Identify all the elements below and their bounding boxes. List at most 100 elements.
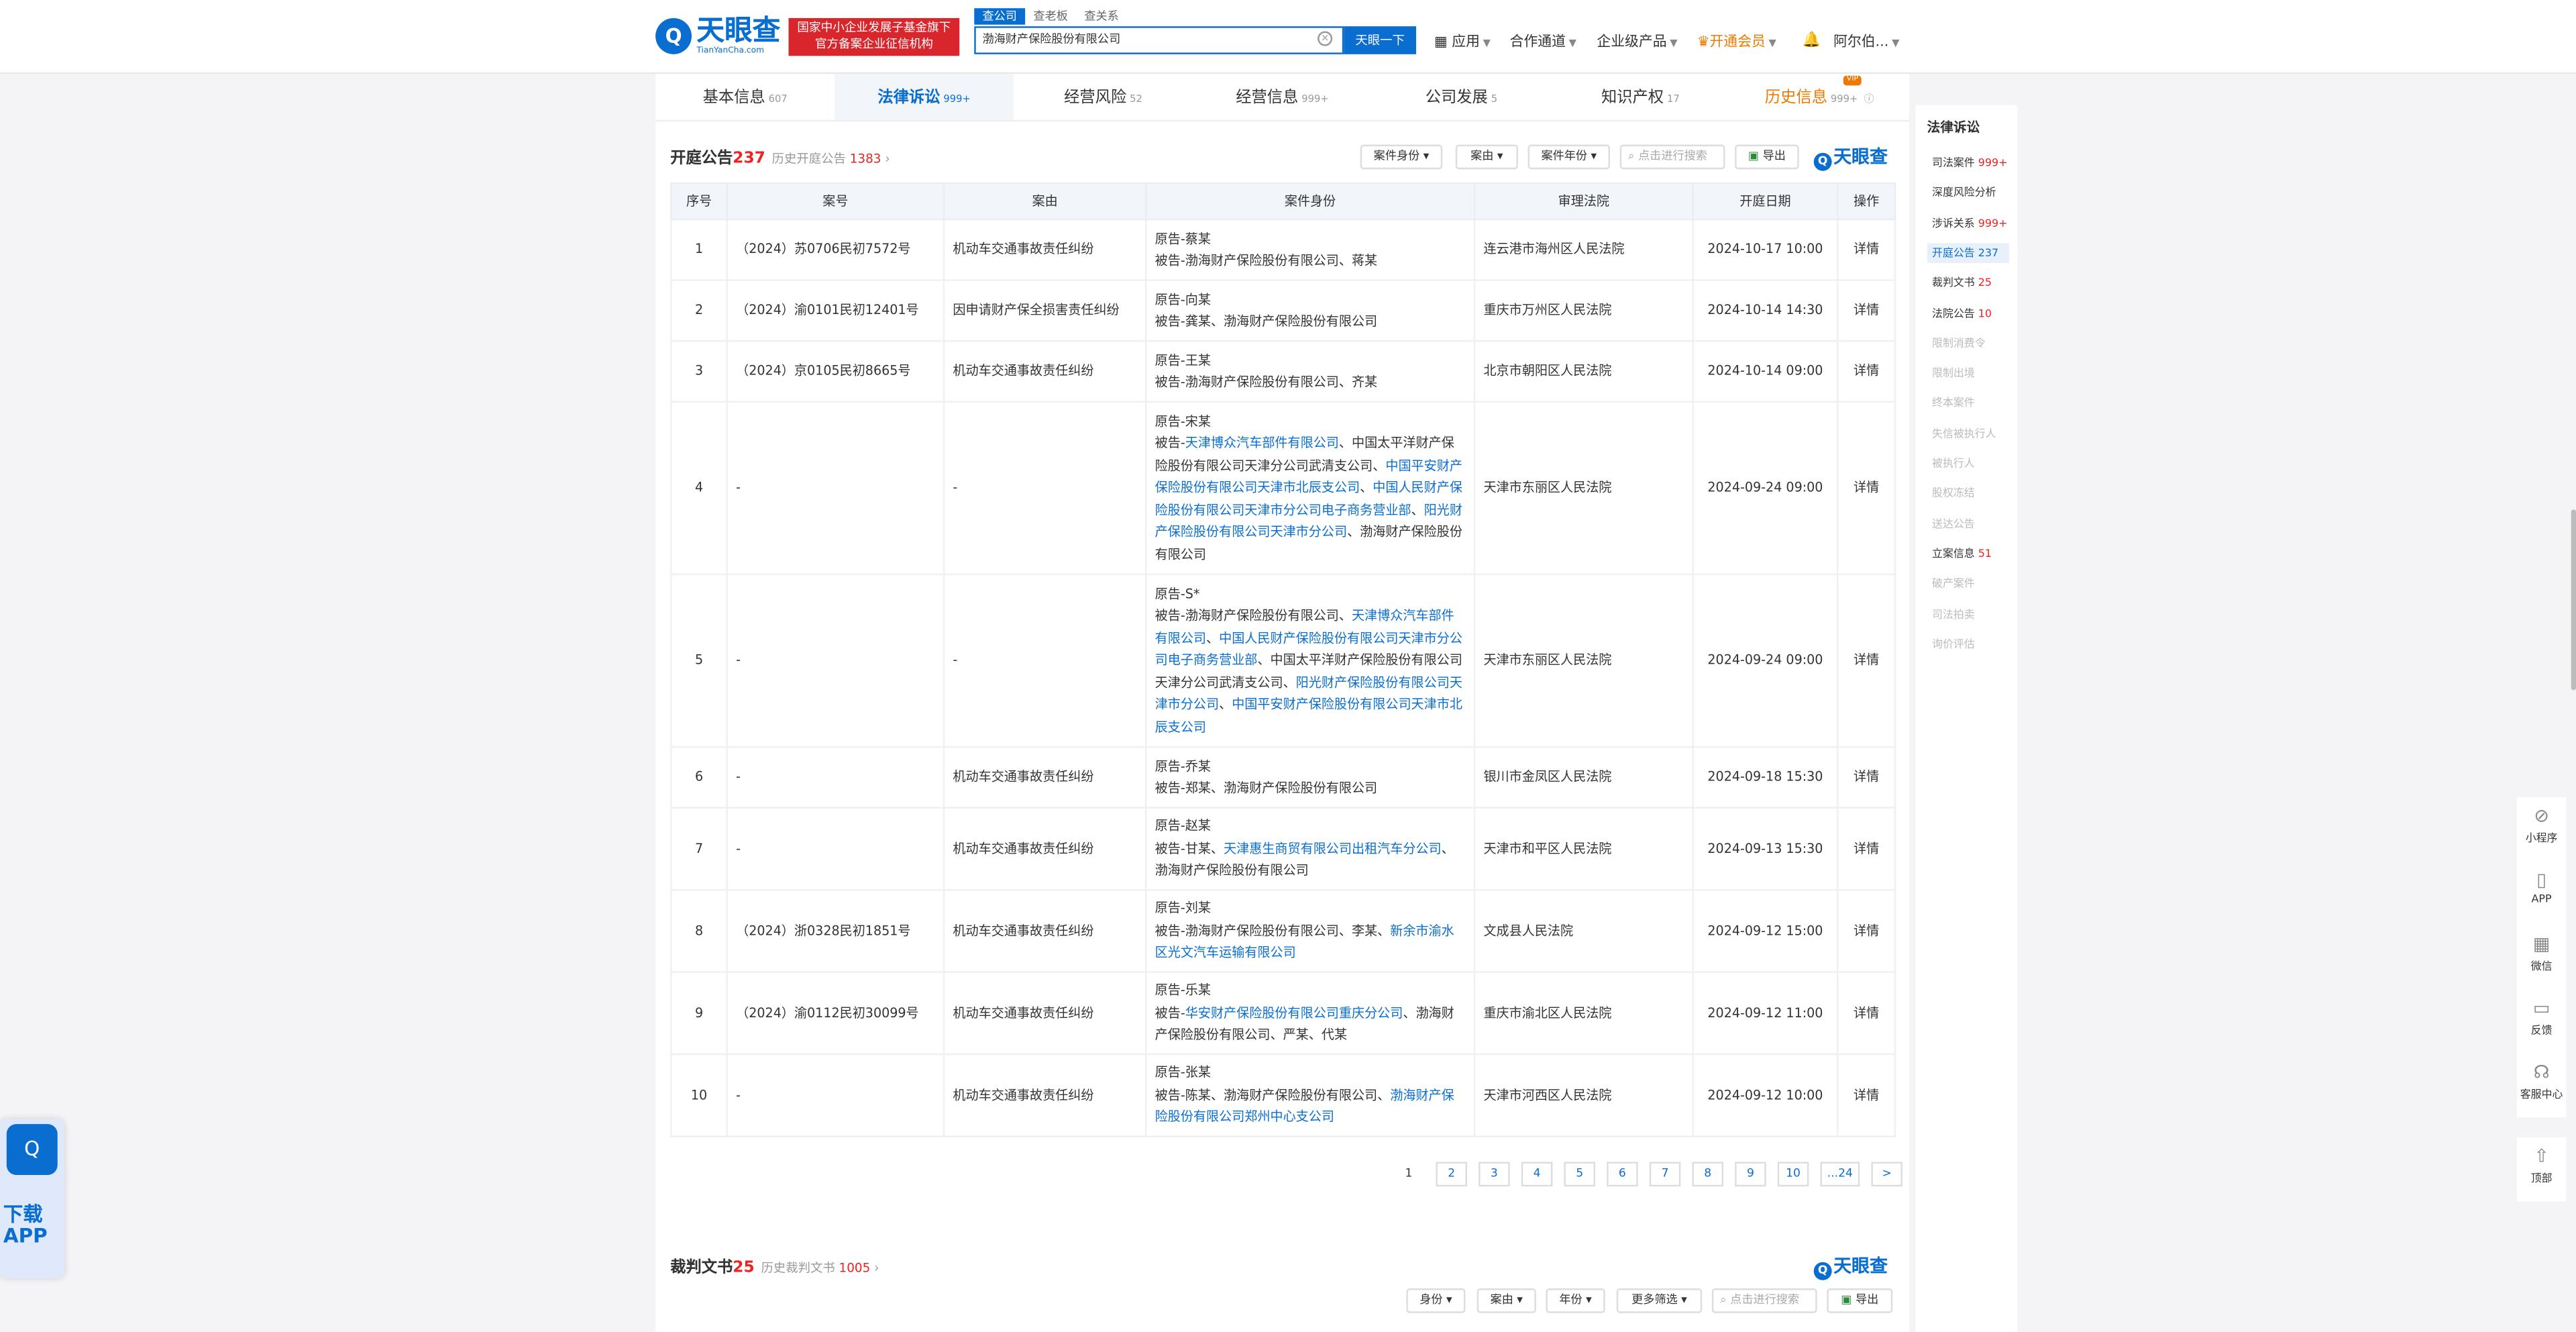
page-button[interactable]: 3 [1479,1162,1510,1187]
export-button[interactable]: ▣ 导出 [1735,144,1799,170]
logo-icon: Q [1813,1262,1832,1280]
table-search-input[interactable]: ⌕ 点击进行搜索 [1711,1288,1817,1313]
plaintiff: 原告-S* [1155,586,1200,601]
tab-history[interactable]: 历史信息 999+ VIP ⓘ [1730,74,1909,120]
case-number[interactable]: （2024）京0105民初8665号 [726,340,945,403]
page-button[interactable]: 4 [1521,1162,1553,1187]
page-button[interactable]: 1 [1393,1162,1425,1187]
detail-link[interactable]: 详情 [1836,807,1896,891]
case-reason: 因申请财产保全损害责任纠纷 [943,279,1147,342]
history-link[interactable]: 历史开庭公告 1383 › [772,151,890,166]
download-app-banner[interactable]: Q 下载 APP [0,1119,64,1279]
page-button[interactable]: 9 [1735,1162,1766,1187]
mini-program-button[interactable]: ⊘ 小程序 [2517,797,2566,862]
court-name: 北京市朝阳区人民法院 [1473,340,1694,403]
search-input[interactable]: 渤海财产保险股份有限公司 [974,26,1344,54]
table-row: 5- - 原告-S* 被告-渤海财产保险股份有限公司、天津博众汽车部件有限公司、中国人… [670,573,1896,748]
panel-item[interactable]: 涉诉关系 999+ [1927,213,2009,232]
page-button[interactable]: 5 [1564,1162,1595,1187]
panel-item[interactable]: 司法案件 999+ [1927,153,2009,172]
detail-link[interactable]: 详情 [1836,218,1896,281]
detail-link[interactable]: 详情 [1836,746,1896,809]
search-tab-company[interactable]: 查公司 [974,8,1026,25]
logo-icon: Q [1813,152,1832,171]
back-to-top-button[interactable]: ⇧ 顶部 [2516,1137,2567,1202]
next-page-button[interactable]: > [1871,1162,1902,1187]
filter-year[interactable]: 年份 ▾ [1546,1288,1605,1313]
panel-item-label: 裁判文书 [1932,276,1975,290]
tab-risk[interactable]: 经营风险 52 [1014,74,1193,120]
panel-item[interactable]: 深度风险分析 [1927,183,2009,203]
nav-enterprise[interactable]: 企业级产品 ▼ [1597,32,1677,50]
history-link[interactable]: 历史裁判文书 1005 › [761,1260,879,1275]
filter-reason[interactable]: 案由 ▾ [1477,1288,1536,1313]
page-button[interactable]: 2 [1436,1162,1467,1187]
panel-item[interactable]: 法院公告 10 [1927,303,2009,323]
detail-link[interactable]: 详情 [1836,279,1896,342]
nav-cooperation[interactable]: 合作通道 ▼ [1510,32,1576,50]
panel-item[interactable]: 裁判文书 25 [1927,273,2009,293]
page-button[interactable]: 10 [1777,1162,1809,1187]
tab-ip[interactable]: 知识产权 17 [1551,74,1730,120]
page-button[interactable]: 7 [1649,1162,1681,1187]
tab-operation[interactable]: 经营信息 999+ [1193,74,1372,120]
scrollbar-thumb[interactable] [2571,509,2576,690]
panel-item-label: 涉诉关系 [1932,216,1975,229]
detail-link[interactable]: 详情 [1836,573,1896,748]
plaintiff: 原告-赵某 [1155,819,1211,834]
app-button[interactable]: ▯ APP [2517,861,2566,925]
clear-icon[interactable]: × [1318,31,1333,46]
detail-link[interactable]: 详情 [1836,340,1896,403]
help-icon[interactable]: ⓘ [1861,94,1874,105]
tool-label: 反馈 [2530,1023,2553,1037]
filter-case-role[interactable]: 案件身份 ▾ [1360,144,1443,170]
case-number[interactable]: （2024）苏0706民初7572号 [726,218,945,281]
panel-item-label: 司法案件 [1932,156,1975,170]
court-name: 重庆市万州区人民法院 [1473,279,1694,342]
company-link[interactable]: 华安财产保险股份有限公司重庆分公司 [1185,1005,1403,1020]
panel-item[interactable]: 开庭公告 237 [1927,243,2010,263]
filter-label: 身份 [1419,1293,1443,1307]
search-tab-relation[interactable]: 查关系 [1076,8,1127,24]
detail-link[interactable]: 详情 [1836,971,1896,1056]
row-number: 9 [670,971,728,1056]
nav-vip[interactable]: ♛开通会员 ▼ [1697,32,1776,50]
logo[interactable]: Q 天眼查 TianYanCha.com [655,16,780,56]
table-row: 9 （2024）渝0112民初30099号 机动车交通事故责任纠纷 原告-乐某 被告-华… [670,971,1896,1056]
wechat-button[interactable]: ▦ 微信 [2517,925,2566,990]
case-parties: 原告-赵某 被告-甘某、天津惠生商贸有限公司出租汽车分公司、渤海财产保险股份有限公… [1144,807,1476,891]
filter-reason[interactable]: 案由 ▾ [1455,144,1518,170]
search-tab-boss[interactable]: 查老板 [1025,8,1076,24]
page-button[interactable]: 6 [1607,1162,1638,1187]
user-menu[interactable]: 阿尔伯... ▼ [1833,32,1899,50]
tab-development[interactable]: 公司发展 5 [1372,74,1551,120]
bell-icon[interactable]: 🔔 [1803,33,1821,49]
column-header: 审理法院 [1473,182,1694,221]
case-number[interactable]: （2024）浙0328民初1851号 [726,888,945,973]
page-button[interactable]: ...24 [1820,1162,1860,1187]
panel-item[interactable]: 立案信息 51 [1927,544,2009,563]
case-number[interactable]: （2024）渝0112民初30099号 [726,971,945,1056]
export-button[interactable]: ▣ 导出 [1827,1288,1893,1313]
feedback-button[interactable]: ▭ 反馈 [2517,989,2566,1054]
detail-link[interactable]: 详情 [1836,888,1896,973]
detail-link[interactable]: 详情 [1836,1053,1896,1137]
case-number[interactable]: （2024）渝0101民初12401号 [726,279,945,342]
table-search-input[interactable]: ⌕ 点击进行搜索 [1619,144,1725,170]
support-button[interactable]: ☊ 客服中心 [2517,1054,2566,1118]
filter-year[interactable]: 案件年份 ▾ [1527,144,1611,170]
section-count: 25 [733,1258,755,1277]
nav-apps[interactable]: ▦ 应用 ▼ [1434,32,1491,50]
filter-identity[interactable]: 身份 ▾ [1406,1288,1466,1313]
company-link[interactable]: 天津博众汽车部件有限公司 [1185,436,1339,451]
detail-link[interactable]: 详情 [1836,401,1896,576]
tab-legal[interactable]: 法律诉讼 999+ [835,74,1014,120]
logo-subtext: TianYanCha.com [696,46,765,56]
search-button[interactable]: 天眼一下 [1344,26,1417,54]
company-link[interactable]: 天津惠生商贸有限公司出租汽车分公司 [1224,841,1442,856]
page-button[interactable]: 8 [1692,1162,1724,1187]
court-name: 天津市东丽区人民法院 [1473,401,1694,576]
tab-basic-info[interactable]: 基本信息 607 [655,74,835,120]
filter-more[interactable]: 更多筛选 ▾ [1616,1288,1703,1313]
tab-label: 知识产权 [1601,89,1664,107]
